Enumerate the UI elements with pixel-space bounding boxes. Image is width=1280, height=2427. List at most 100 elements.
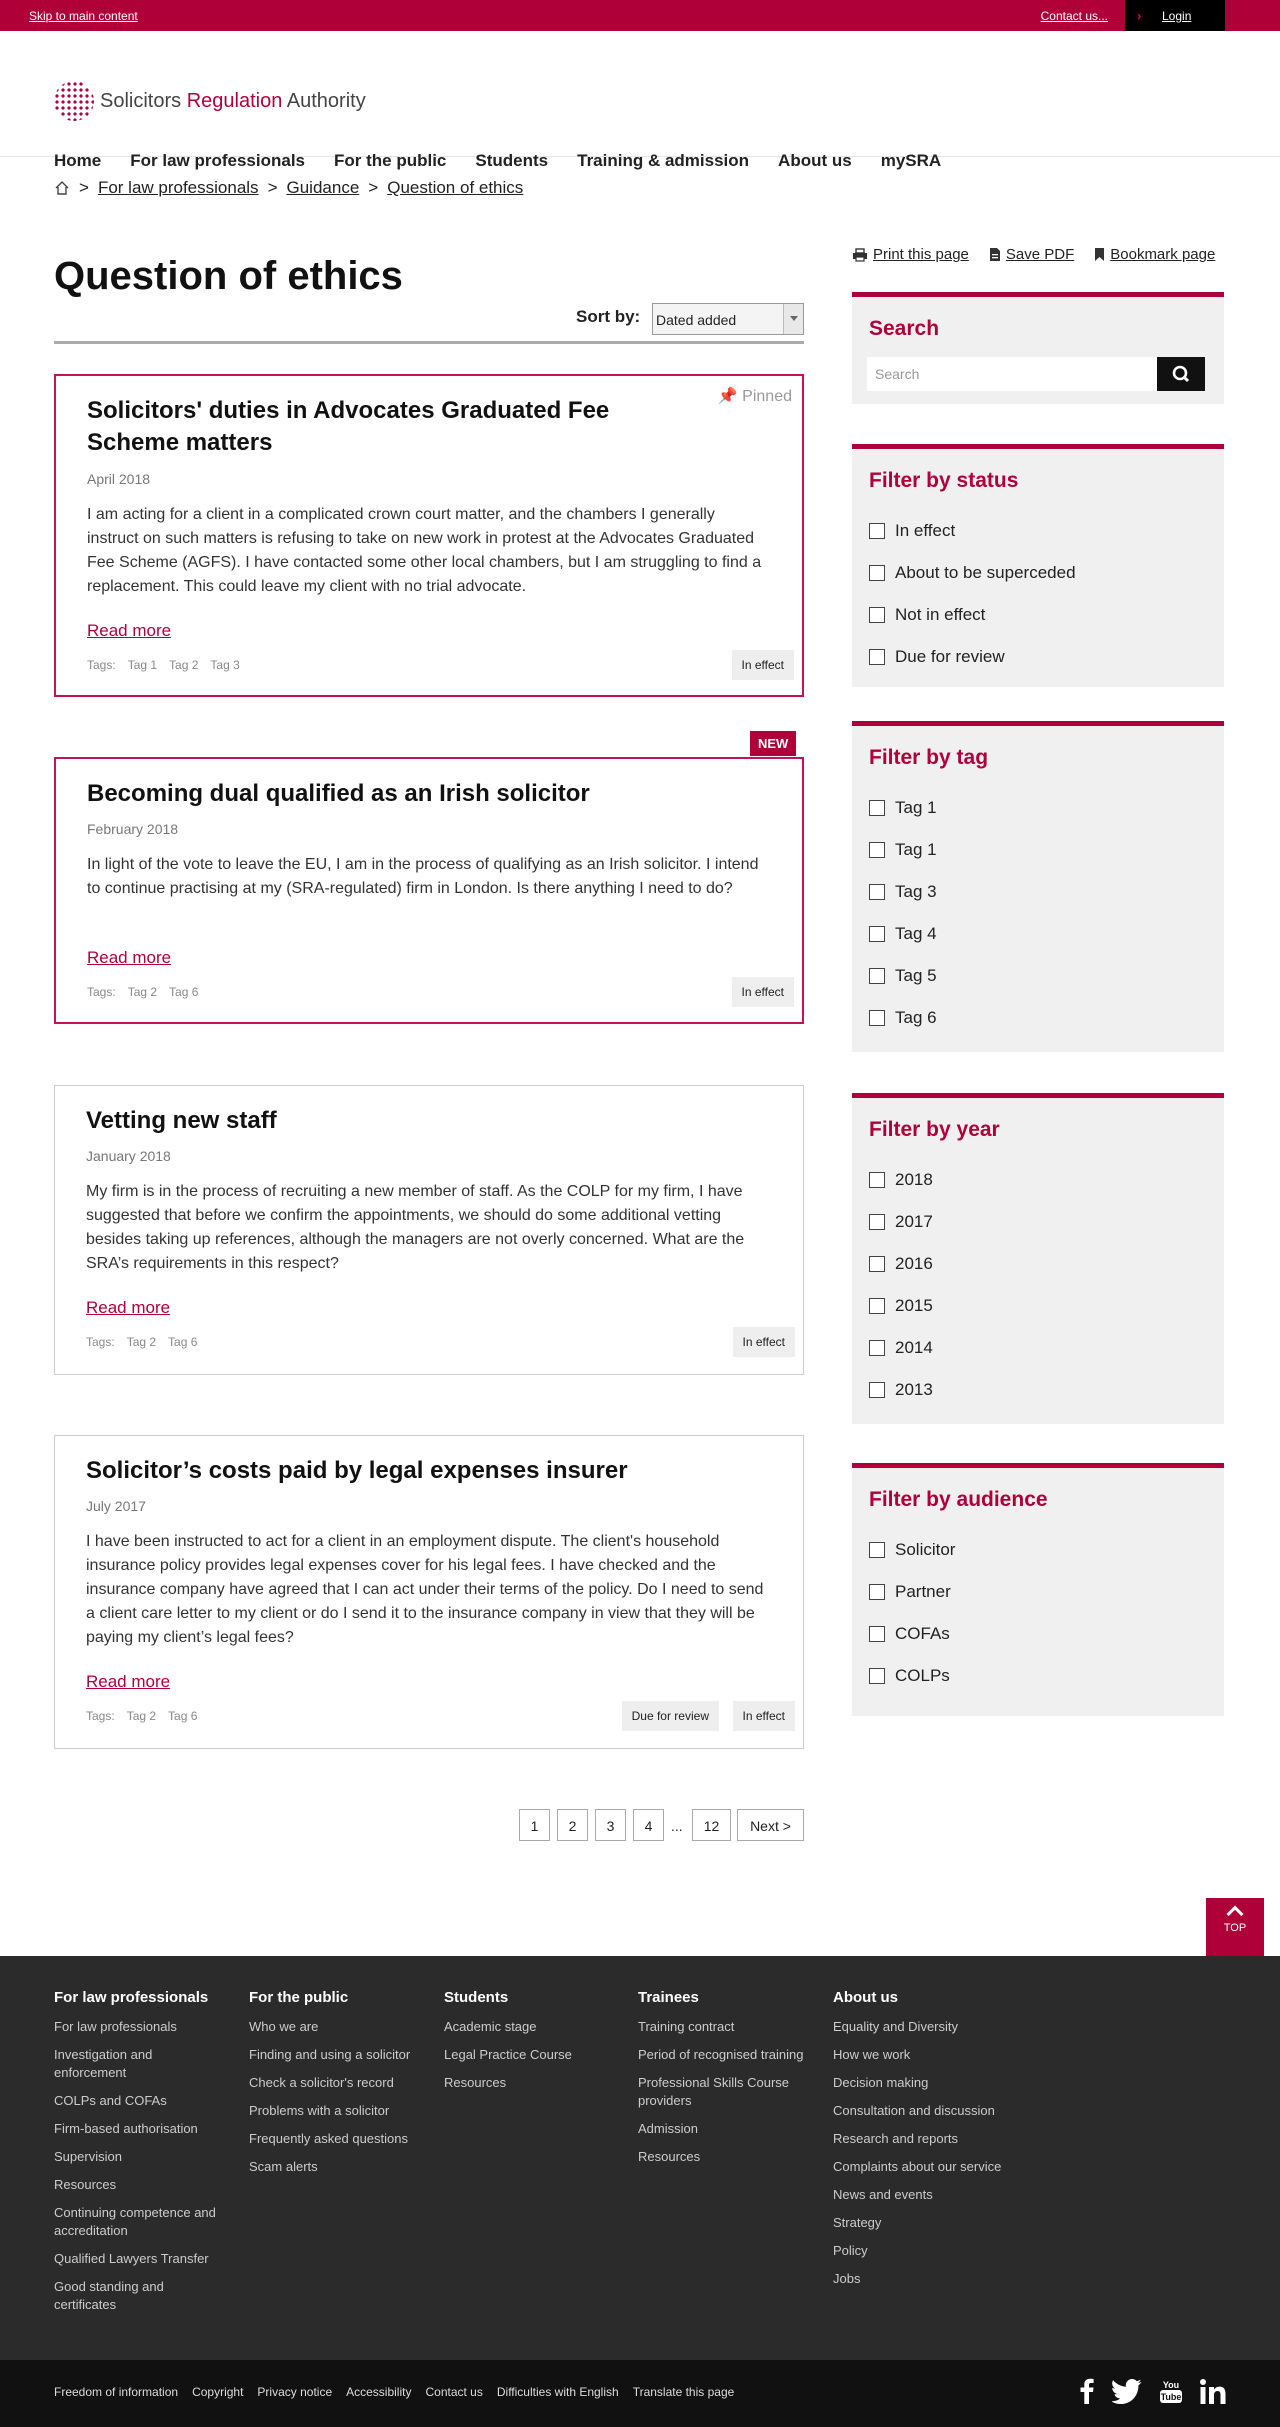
bookmark-button[interactable]: Bookmark page <box>1094 246 1215 263</box>
footer-link[interactable]: Check a solicitor's record <box>249 2074 429 2092</box>
legal-link[interactable]: Freedom of information <box>54 2385 178 2399</box>
save-pdf-button[interactable]: Save PDF <box>989 246 1074 263</box>
filter-year-option[interactable]: 2016 <box>869 1254 933 1274</box>
filter-tag-option[interactable]: Tag 3 <box>869 882 937 902</box>
footer-link[interactable]: Resources <box>444 2074 624 2092</box>
sra-logo[interactable]: Solicitors Regulation Authority <box>54 81 366 121</box>
checkbox[interactable] <box>869 842 885 858</box>
page-link-4[interactable]: 4 <box>633 1809 664 1841</box>
filter-tag-option[interactable]: Tag 1 <box>869 798 937 818</box>
tag[interactable]: Tag 2 <box>169 658 198 672</box>
contact-link[interactable]: Contact us... <box>1041 9 1108 23</box>
card-title[interactable]: Solicitors' duties in Advocates Graduate… <box>87 395 647 459</box>
facebook-icon[interactable] <box>1080 2378 1094 2404</box>
footer-link[interactable]: Frequently asked questions <box>249 2130 429 2148</box>
page-link-1[interactable]: 1 <box>519 1809 550 1841</box>
legal-link[interactable]: Copyright <box>192 2385 243 2399</box>
breadcrumb-guidance[interactable]: Guidance <box>287 178 360 198</box>
nav-training[interactable]: Training & admission <box>577 151 749 171</box>
footer-link[interactable]: COLPs and COFAs <box>54 2092 234 2110</box>
footer-link[interactable]: Training contract <box>638 2018 818 2036</box>
print-button[interactable]: Print this page <box>852 246 969 263</box>
sort-select[interactable]: Dated added <box>652 303 804 335</box>
card-title[interactable]: Solicitor’s costs paid by legal expenses… <box>86 1455 766 1487</box>
filter-year-option[interactable]: 2013 <box>869 1380 933 1400</box>
tag[interactable]: Tag 6 <box>168 1709 197 1723</box>
checkbox[interactable] <box>869 523 885 539</box>
checkbox[interactable] <box>869 1340 885 1356</box>
footer-link[interactable]: Admission <box>638 2120 818 2138</box>
filter-year-option[interactable]: 2018 <box>869 1170 933 1190</box>
card-title[interactable]: Vetting new staff <box>86 1105 646 1137</box>
filter-tag-option[interactable]: Tag 4 <box>869 924 937 944</box>
tag[interactable]: Tag 2 <box>127 1709 156 1723</box>
checkbox[interactable] <box>869 565 885 581</box>
footer-link[interactable]: Strategy <box>833 2214 1033 2232</box>
login-button[interactable]: › Login <box>1125 0 1225 31</box>
read-more-link[interactable]: Read more <box>86 1298 170 1318</box>
home-icon[interactable] <box>54 180 70 196</box>
tag[interactable]: Tag 2 <box>127 1335 156 1349</box>
legal-link[interactable]: Accessibility <box>346 2385 411 2399</box>
checkbox[interactable] <box>869 607 885 623</box>
footer-link[interactable]: How we work <box>833 2046 1033 2064</box>
tag[interactable]: Tag 2 <box>128 985 157 999</box>
footer-link[interactable]: For law professionals <box>54 2018 234 2036</box>
back-to-top-button[interactable]: TOP <box>1206 1898 1264 1956</box>
legal-link[interactable]: Difficulties with English <box>497 2385 619 2399</box>
footer-link[interactable]: Decision making <box>833 2074 1033 2092</box>
checkbox[interactable] <box>869 1542 885 1558</box>
checkbox[interactable] <box>869 1298 885 1314</box>
twitter-icon[interactable] <box>1112 2378 1142 2404</box>
checkbox[interactable] <box>869 1626 885 1642</box>
nav-home[interactable]: Home <box>54 151 101 171</box>
next-page-button[interactable]: Next > <box>737 1809 804 1841</box>
filter-tag-option[interactable]: Tag 1 <box>869 840 937 860</box>
checkbox[interactable] <box>869 1584 885 1600</box>
nav-about[interactable]: About us <box>778 151 852 171</box>
footer-link[interactable]: Period of recognised training <box>638 2046 818 2064</box>
tag[interactable]: Tag 3 <box>210 658 239 672</box>
linkedin-icon[interactable] <box>1200 2378 1226 2404</box>
footer-link[interactable]: Finding and using a solicitor <box>249 2046 429 2064</box>
nav-mysra[interactable]: mySRA <box>881 151 941 171</box>
filter-status-option[interactable]: In effect <box>869 521 955 541</box>
footer-link[interactable]: Policy <box>833 2242 1033 2260</box>
search-input[interactable]: Search <box>867 357 1157 391</box>
page-link-2[interactable]: 2 <box>557 1809 588 1841</box>
filter-audience-option[interactable]: Partner <box>869 1582 951 1602</box>
nav-students[interactable]: Students <box>475 151 548 171</box>
read-more-link[interactable]: Read more <box>87 621 171 641</box>
tag[interactable]: Tag 1 <box>128 658 157 672</box>
footer-link[interactable]: Resources <box>54 2176 234 2194</box>
footer-link[interactable]: Problems with a solicitor <box>249 2102 429 2120</box>
read-more-link[interactable]: Read more <box>87 948 171 968</box>
checkbox[interactable] <box>869 1382 885 1398</box>
filter-audience-option[interactable]: COLPs <box>869 1666 950 1686</box>
footer-link[interactable]: Jobs <box>833 2270 1033 2288</box>
breadcrumb-current[interactable]: Question of ethics <box>387 178 523 198</box>
filter-year-option[interactable]: 2015 <box>869 1296 933 1316</box>
tag[interactable]: Tag 6 <box>168 1335 197 1349</box>
footer-link[interactable]: Firm-based authorisation <box>54 2120 234 2138</box>
footer-link[interactable]: Investigation and enforcement <box>54 2046 184 2082</box>
footer-link[interactable]: Scam alerts <box>249 2158 429 2176</box>
filter-audience-option[interactable]: Solicitor <box>869 1540 955 1560</box>
footer-link[interactable]: Consultation and discussion <box>833 2102 1033 2120</box>
footer-link[interactable]: Qualified Lawyers Transfer <box>54 2250 234 2268</box>
footer-link[interactable]: Equality and Diversity <box>833 2018 1033 2036</box>
legal-link[interactable]: Translate this page <box>633 2385 735 2399</box>
checkbox[interactable] <box>869 1256 885 1272</box>
checkbox[interactable] <box>869 1214 885 1230</box>
footer-link[interactable]: Resources <box>638 2148 818 2166</box>
page-link-last[interactable]: 12 <box>692 1809 731 1841</box>
nav-public[interactable]: For the public <box>334 151 446 171</box>
footer-link[interactable]: Research and reports <box>833 2130 1033 2148</box>
filter-year-option[interactable]: 2017 <box>869 1212 933 1232</box>
legal-link[interactable]: Privacy notice <box>257 2385 332 2399</box>
footer-link[interactable]: Supervision <box>54 2148 234 2166</box>
checkbox[interactable] <box>869 1172 885 1188</box>
footer-link[interactable]: Professional Skills Course providers <box>638 2074 798 2110</box>
footer-link[interactable]: Academic stage <box>444 2018 624 2036</box>
nav-law-professionals[interactable]: For law professionals <box>130 151 305 171</box>
